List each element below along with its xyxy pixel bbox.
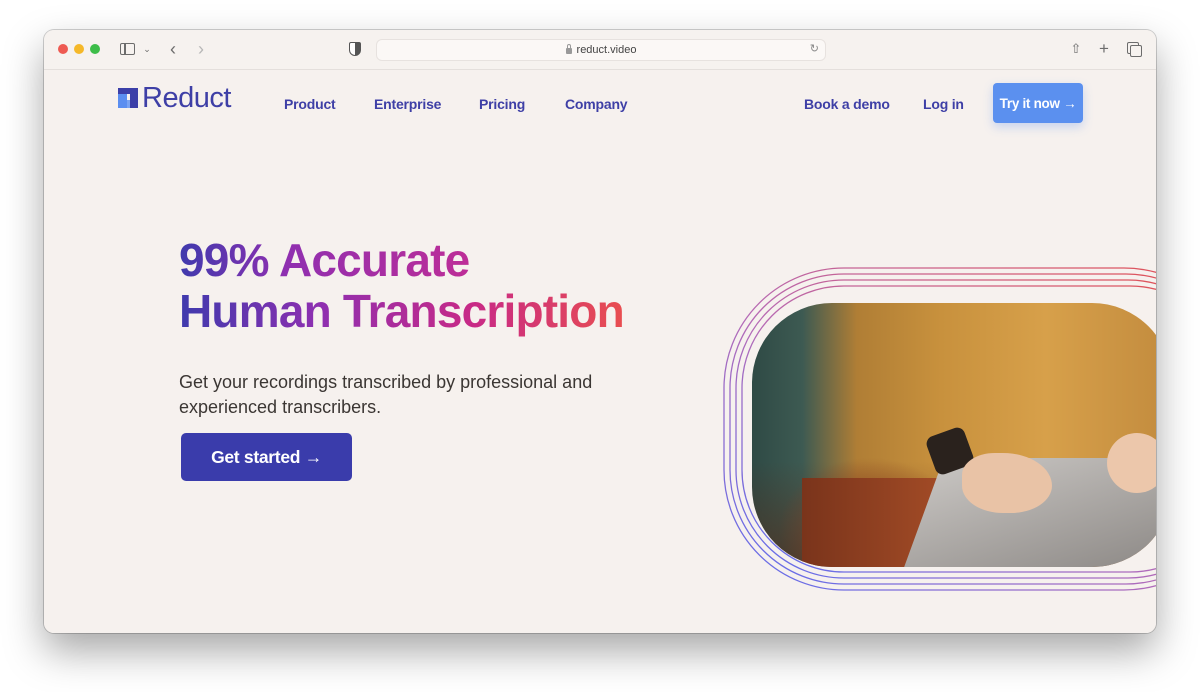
reload-icon[interactable]: ↻ <box>810 42 819 55</box>
nav-product[interactable]: Product <box>284 96 336 112</box>
get-started-button[interactable]: Get started → <box>181 433 352 481</box>
reduct-logo[interactable]: Reduct <box>118 83 231 113</box>
headline-line-2: Human Transcription <box>179 286 654 337</box>
new-tab-icon[interactable]: + <box>1097 40 1111 58</box>
sidebar-toggle-icon[interactable] <box>118 40 136 58</box>
try-it-now-button[interactable]: Try it now → <box>993 83 1083 123</box>
share-icon[interactable]: ⇧ <box>1069 40 1083 58</box>
tab-overview-icon[interactable] <box>1126 40 1142 58</box>
forward-icon[interactable]: › <box>194 40 208 58</box>
chevron-down-icon[interactable]: ⌄ <box>142 40 152 58</box>
web-page: Reduct Product Enterprise Pricing Compan… <box>44 70 1156 633</box>
browser-window: ⌄ ‹ › reduct.video ↻ ⇧ + Reduct Product … <box>44 30 1156 633</box>
lock-icon <box>565 44 572 54</box>
nav-company[interactable]: Company <box>565 96 628 112</box>
nav-pricing[interactable]: Pricing <box>479 96 525 112</box>
headline-line-1: 99% Accurate <box>179 235 484 286</box>
hero-headline: 99% Accurate Human Transcription <box>179 235 654 337</box>
address-bar[interactable]: reduct.video ↻ <box>376 39 826 61</box>
back-icon[interactable]: ‹ <box>166 40 180 58</box>
close-window-button[interactable] <box>58 44 68 54</box>
url-text: reduct.video <box>576 44 637 56</box>
browser-toolbar: ⌄ ‹ › reduct.video ↻ ⇧ + <box>44 30 1156 70</box>
nav-enterprise[interactable]: Enterprise <box>374 96 441 112</box>
reduct-logo-icon <box>118 88 138 108</box>
minimize-window-button[interactable] <box>74 44 84 54</box>
login-link[interactable]: Log in <box>923 96 964 112</box>
hero-photo <box>752 303 1156 567</box>
logo-text: Reduct <box>142 82 231 114</box>
hero-subtext: Get your recordings transcribed by profe… <box>179 372 593 417</box>
zoom-window-button[interactable] <box>90 44 100 54</box>
book-demo-link[interactable]: Book a demo <box>804 96 890 112</box>
hero-illustration <box>720 264 1156 594</box>
privacy-shield-icon[interactable] <box>348 40 362 58</box>
